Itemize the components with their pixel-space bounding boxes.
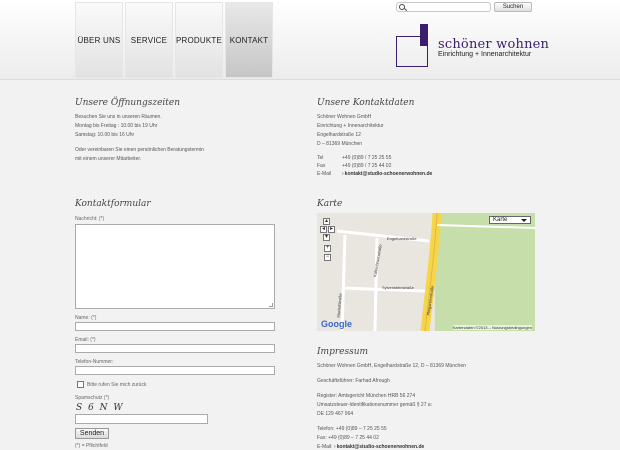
captcha-image: S 6 N W [76, 403, 125, 413]
logo-subtitle: Einrichtung + Innenarchitektur [438, 51, 532, 58]
nav-item-service[interactable]: SERVICE [125, 2, 173, 78]
hours-title: Unsere Öffnungszeiten [75, 98, 181, 108]
nav-item-produkte[interactable]: PRODUKTE [175, 2, 223, 78]
arrow-icon: › [342, 171, 344, 177]
pan-right-icon[interactable]: ▸ [328, 226, 335, 233]
impressum-title: Impressum [317, 347, 369, 357]
map-attribution[interactable]: Kartendaten ©2013 – Nutzungsbedingungen [452, 325, 532, 330]
impressum-email-label: E-Mail: [317, 444, 333, 450]
impressum-fax: Fax: +49 (0)89 – 7 25 44 02 [317, 435, 379, 441]
name-label: Name: (*) [75, 315, 97, 321]
street-label: Sylvensteinstraße [382, 285, 414, 290]
impressum-manager: Geschäftsführer: Farhad Afrough [317, 378, 390, 384]
contact-line: D – 81369 München [317, 141, 363, 147]
map-type-select[interactable]: Karte [489, 216, 531, 224]
impressum-register: Register: Amtsgericht München HRB 56 274 [317, 393, 416, 399]
logo-name: schöner wohnen [438, 37, 550, 52]
required-note: (*) = Pflichtfeld [75, 443, 108, 449]
resize-handle-icon[interactable] [269, 303, 273, 307]
contact-line: Engelhardstraße 12 [317, 132, 361, 138]
search-input[interactable] [407, 3, 490, 11]
search-icon [399, 4, 405, 10]
hours-note: mit einem unserer Mitarbeiter. [75, 156, 142, 162]
hours-note: Oder vereinbaren Sie einen persönlichen … [75, 147, 204, 153]
arrow-icon: › [333, 444, 336, 450]
nav-item-kontakt[interactable]: KONTAKT [225, 2, 273, 78]
pan-up-icon[interactable]: ▴ [323, 218, 330, 225]
nav-item-ueber-uns[interactable]: ÜBER UNS [75, 2, 123, 78]
hours-line: Besuchen Sie uns in unseren Räumen. [75, 114, 162, 120]
contact-line: Einrichtung + Innenarchitektur [317, 123, 384, 129]
message-label: Nachricht: (*) [75, 216, 105, 222]
phone-field[interactable] [75, 366, 275, 375]
search-box [396, 2, 491, 12]
pan-left-icon[interactable]: ◂ [320, 226, 327, 233]
main-nav: ÜBER UNS SERVICE PRODUKTE KONTAKT [75, 2, 275, 78]
callback-checkbox[interactable] [77, 381, 84, 388]
logo[interactable]: schöner wohnen Einrichtung + Innenarchit… [396, 24, 550, 68]
contact-line: Schöner Wohnen GmbH [317, 114, 372, 120]
hours-line: Samstag: 10.00 bis 16 Uhr [75, 132, 135, 138]
phone-label: Telefon-Nummer: [75, 359, 114, 365]
map[interactable]: Engelhardstraße Kaltenbrunnstraße Sylven… [317, 213, 535, 331]
logo-bar [420, 24, 428, 46]
callback-label: Bitte rufen Sie mich zurück [87, 382, 147, 388]
impressum-email-link[interactable]: kontakt@studio-schoenerwohnen.de [337, 444, 425, 450]
impressum-vat-line: Umsatzsteuer-Identifikationsnummer gemäß… [317, 402, 433, 408]
message-textarea[interactable] [75, 224, 275, 309]
impressum-tel: Telefon: +49 (0)89 – 7 25 25 55 [317, 426, 387, 432]
search-button[interactable]: Suchen [494, 2, 532, 12]
zoom-out-icon[interactable]: − [324, 254, 331, 261]
impressum-email: E-Mail: ›kontakt@studio-schoenerwohnen.d… [317, 443, 424, 450]
map-title: Karte [317, 199, 343, 209]
impressum-vat-id: DE 129 467 964 [317, 411, 354, 417]
name-field[interactable] [75, 322, 275, 331]
hours-line: Montag bis Freitag : 10.00 bis 19 Uhr [75, 123, 158, 129]
pan-down-icon[interactable]: ▾ [323, 234, 330, 241]
spam-label: Spamschutz (*) [75, 395, 110, 401]
email-field[interactable] [75, 344, 275, 353]
impressum-address: Schöner Wohnen GmbH, Engelhardstraße 12,… [317, 363, 466, 369]
contact-email-label: E-Mail [317, 171, 332, 177]
contact-title: Unsere Kontaktdaten [317, 98, 415, 108]
zoom-in-icon[interactable]: + [324, 245, 331, 252]
google-logo[interactable]: Google [321, 319, 352, 329]
email-label: Email: (*) [75, 337, 96, 343]
send-button[interactable]: Senden [75, 428, 109, 439]
captcha-field[interactable] [75, 414, 208, 424]
contact-email-link[interactable]: ›kontakt@studio-schoenerwohnen.de [342, 170, 432, 179]
street-label: Engelhardstraße [387, 236, 417, 241]
form-title: Kontaktformular [75, 199, 151, 209]
